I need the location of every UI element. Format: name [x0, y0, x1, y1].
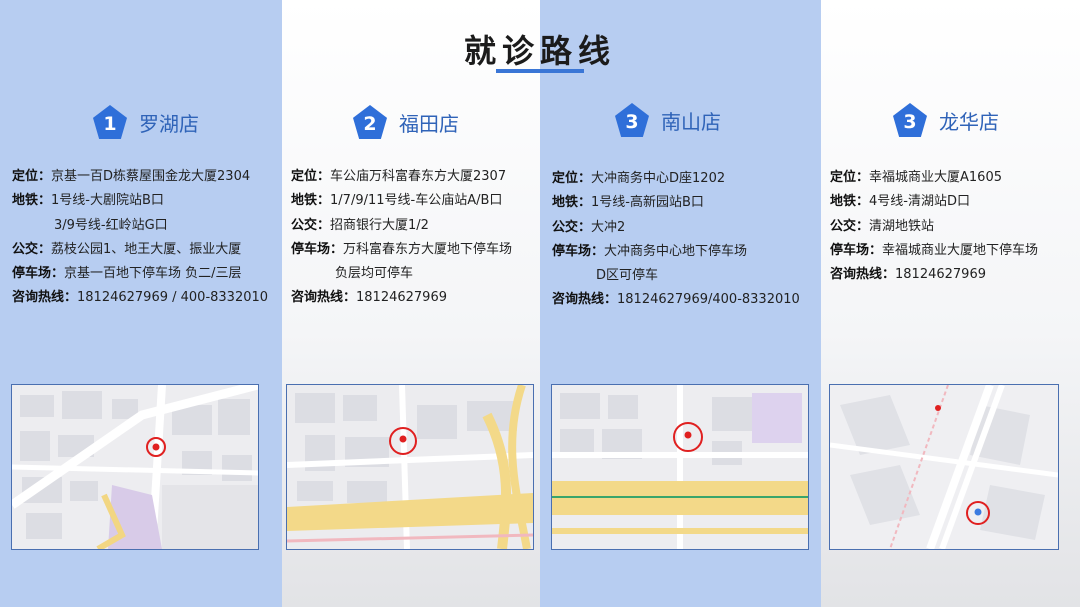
map-nanshan[interactable]	[551, 384, 809, 550]
info-bus-row: 公交：大冲2	[552, 219, 626, 235]
pentagon-badge-icon: 2	[353, 105, 387, 139]
info-parking-continued: D区可停车	[596, 268, 659, 284]
store-name: 南山店	[661, 109, 721, 134]
info-locate-row: 定位：幸福城商业大厦A1605	[830, 170, 1002, 185]
store-name: 福田店	[399, 111, 459, 136]
info-locate-row: 定位：车公庙万科富春东方大厦2307	[291, 169, 507, 184]
info-hotline-row: 咨询热线：18124627969/400-8332010	[552, 292, 800, 308]
info-parking-row: 停车场：万科富春东方大厦地下停车场	[291, 241, 513, 257]
info-metro-row: 地铁：1号线-大剧院站B口	[12, 193, 164, 209]
map-futian[interactable]	[286, 384, 534, 550]
info-parking-continued: 负层均可停车	[335, 266, 414, 282]
store-name: 罗湖店	[139, 111, 199, 136]
map-luohu[interactable]	[11, 384, 259, 550]
store-info-longhua: 定位：幸福城商业大厦A1605 地铁：4号线-清湖站D口 公交：清湖地铁站 停车…	[830, 166, 1038, 287]
pentagon-badge-icon: 1	[93, 105, 127, 139]
store-header-luohu: 1 罗湖店	[93, 105, 199, 139]
map-location-pin-icon	[684, 431, 692, 439]
info-locate-row: 定位：大冲商务中心D座1202	[552, 171, 726, 186]
store-name: 龙华店	[939, 109, 999, 134]
map-location-pin-icon	[152, 443, 160, 451]
title-underline	[496, 69, 584, 73]
map-location-pin-icon	[974, 508, 982, 516]
info-bus-row: 公交：荔枝公园1、地王大厦、振业大厦	[12, 241, 242, 257]
page-title: 就诊路线	[463, 32, 616, 70]
info-bus-row: 公交：清湖地铁站	[830, 218, 935, 234]
info-hotline-row: 咨询热线：18124627969 / 400-8332010	[12, 290, 269, 306]
info-metro-row: 地铁：1号线-高新园站B口	[552, 195, 704, 211]
info-parking-row: 停车场：幸福城商业大厦地下停车场	[830, 242, 1039, 258]
info-bus-row: 公交：招商银行大厦1/2	[291, 217, 429, 233]
pentagon-badge-icon: 3	[615, 103, 649, 137]
info-hotline-row: 咨询热线：18124627969	[291, 290, 447, 306]
info-metro-row: 地铁：4号线-清湖站D口	[830, 194, 970, 210]
info-metro-continued: 3/9号线-红岭站G口	[54, 217, 168, 233]
store-header-longhua: 3 龙华店	[893, 103, 999, 137]
pentagon-badge-icon: 3	[893, 103, 927, 137]
store-info-luohu: 定位：京基一百D栋蔡屋围金龙大厦2304 地铁：1号线-大剧院站B口 3/9号线…	[12, 165, 268, 311]
info-hotline-row: 咨询热线：18124627969	[830, 267, 986, 283]
store-header-futian: 2 福田店	[353, 105, 459, 139]
store-info-nanshan: 定位：大冲商务中心D座1202 地铁：1号线-高新园站B口 公交：大冲2 停车场…	[552, 167, 800, 313]
map-location-pin-icon	[399, 435, 407, 443]
map-longhua[interactable]	[829, 384, 1059, 550]
store-header-nanshan: 3 南山店	[615, 103, 721, 137]
store-info-futian: 定位：车公庙万科富春东方大厦2307 地铁：1/7/9/11号线-车公庙站A/B…	[291, 165, 512, 311]
info-metro-row: 地铁：1/7/9/11号线-车公庙站A/B口	[291, 193, 503, 209]
info-parking-row: 停车场：大冲商务中心地下停车场	[552, 243, 748, 259]
info-parking-row: 停车场：京基一百地下停车场 负二/三层	[12, 266, 242, 282]
info-locate-row: 定位：京基一百D栋蔡屋围金龙大厦2304	[12, 169, 251, 184]
